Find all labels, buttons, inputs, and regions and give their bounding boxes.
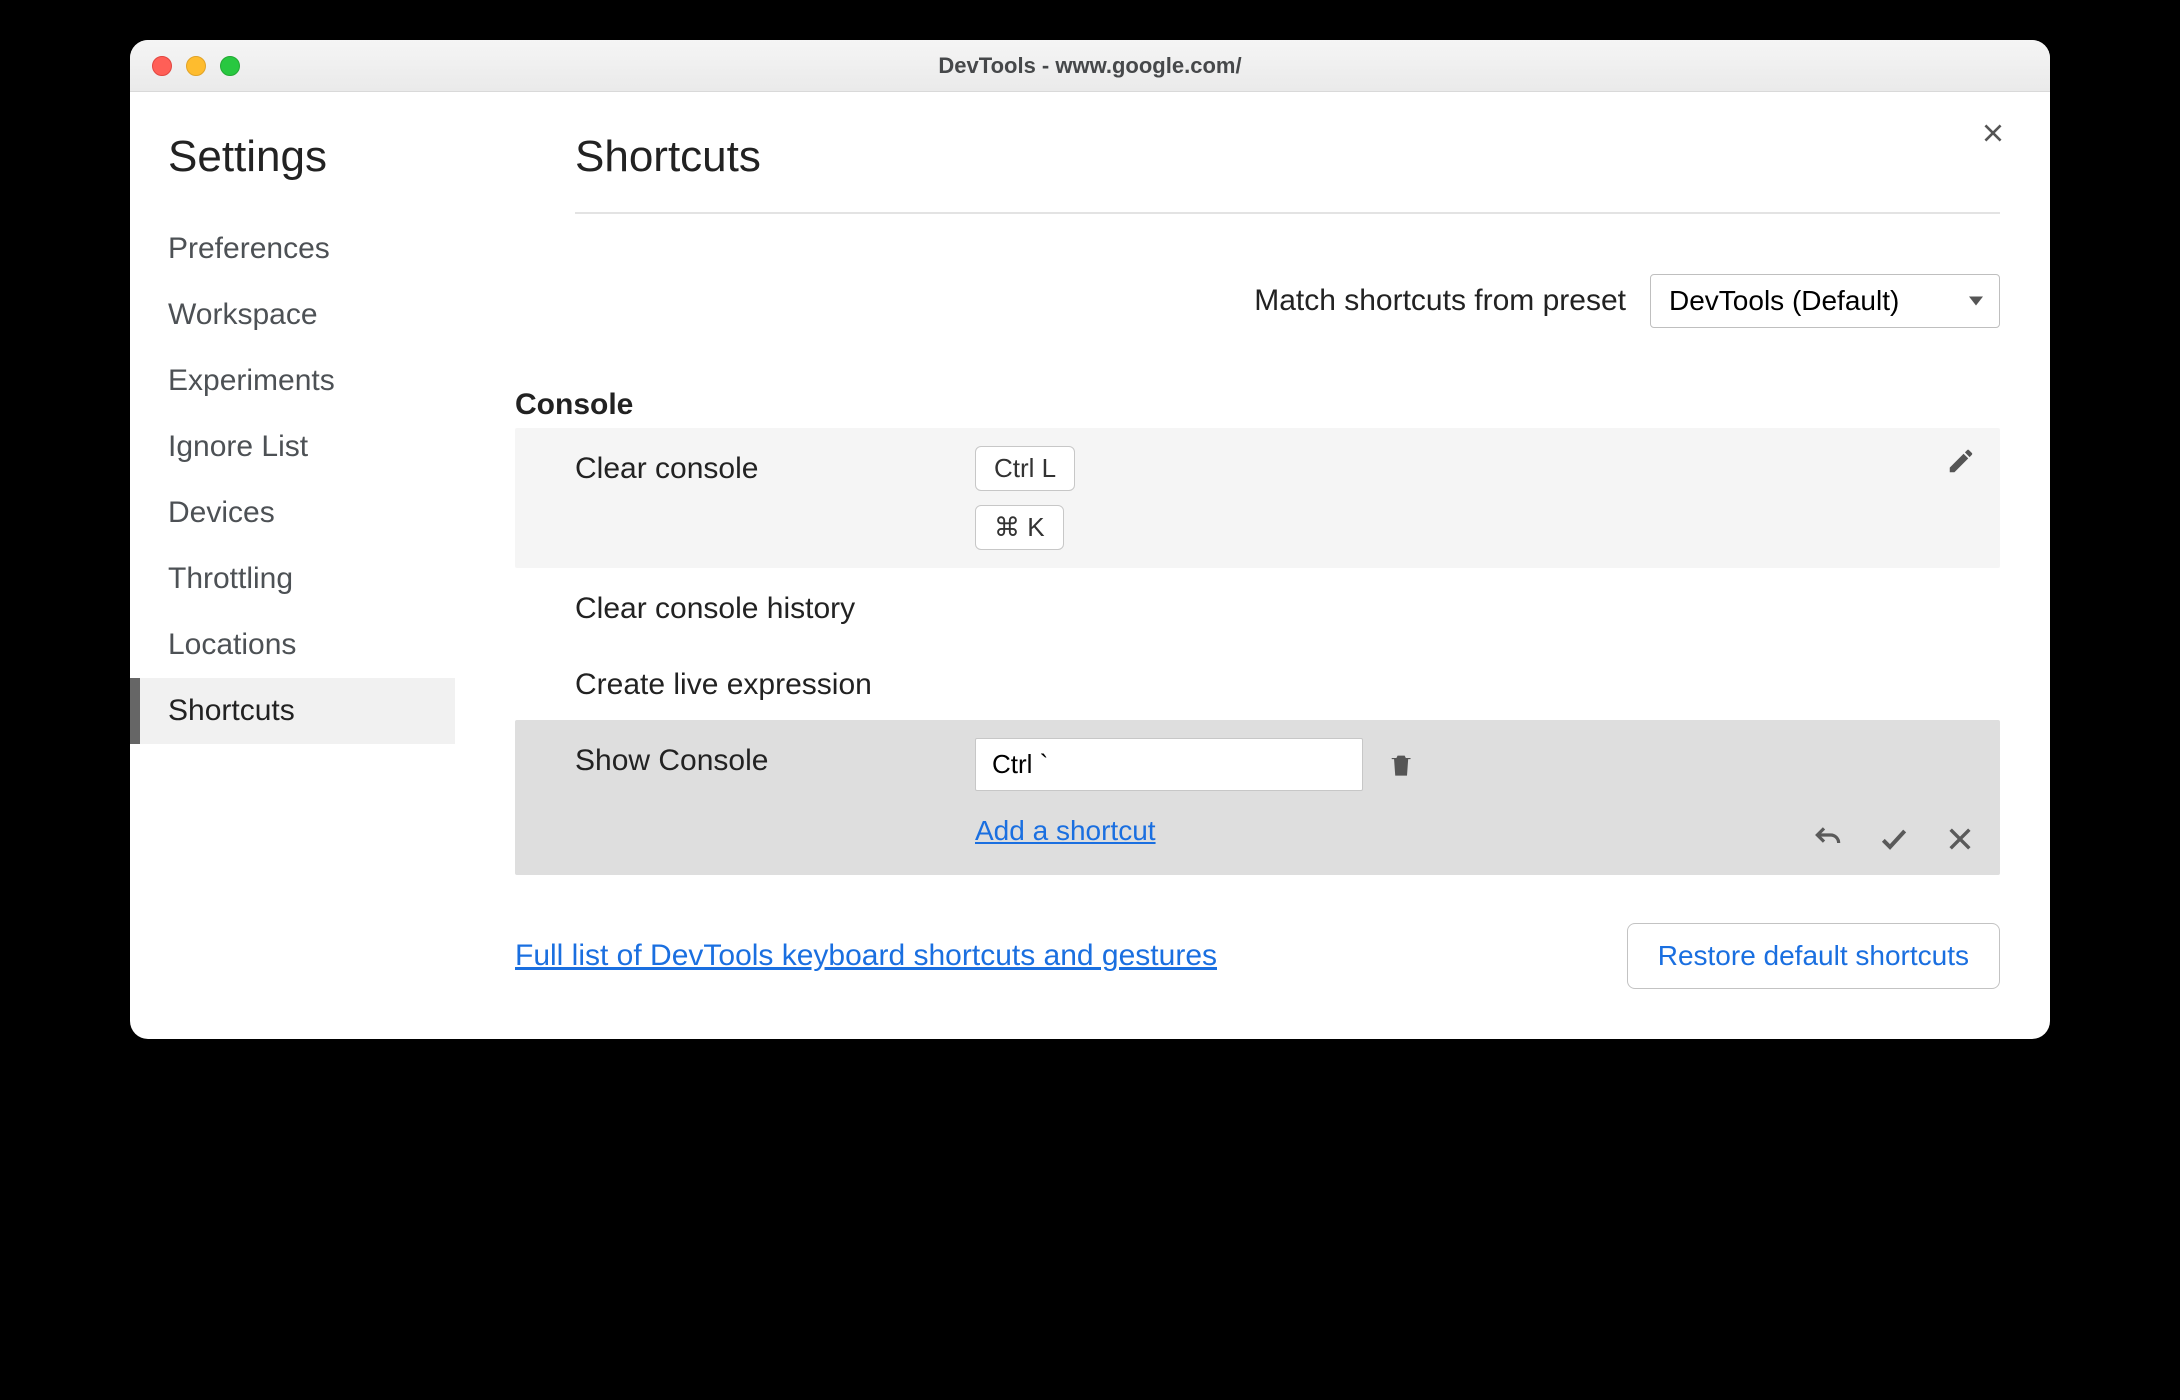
sidebar-item-workspace[interactable]: Workspace — [130, 282, 455, 348]
window-title: DevTools - www.google.com/ — [130, 53, 2050, 79]
undo-icon[interactable] — [1812, 823, 1844, 855]
row-name: Clear console — [515, 446, 975, 486]
app-window: DevTools - www.google.com/ Settings Pref… — [130, 40, 2050, 1039]
add-shortcut-link[interactable]: Add a shortcut — [975, 815, 1156, 847]
row-clear-console: Clear console Ctrl L ⌘ K — [515, 428, 2000, 568]
row-create-live-expression: Create live expression — [515, 644, 2000, 720]
trash-icon[interactable] — [1387, 750, 1415, 780]
window-close-button[interactable] — [152, 56, 172, 76]
row-show-console-editing: Show Console Add a shortcut — [515, 720, 2000, 875]
sidebar-item-devices[interactable]: Devices — [130, 480, 455, 546]
section-title-console: Console — [515, 388, 2000, 422]
sidebar-item-shortcuts[interactable]: Shortcuts — [130, 678, 455, 744]
row-keys-edit: Add a shortcut — [975, 738, 1415, 847]
pencil-icon[interactable] — [1946, 446, 1976, 476]
close-icon — [1980, 120, 2006, 146]
window-zoom-button[interactable] — [220, 56, 240, 76]
row-keys: Ctrl L ⌘ K — [975, 446, 1415, 550]
footer-row: Full list of DevTools keyboard shortcuts… — [515, 923, 2000, 989]
sidebar-item-locations[interactable]: Locations — [130, 612, 455, 678]
sidebar-item-throttling[interactable]: Throttling — [130, 546, 455, 612]
checkmark-icon[interactable] — [1878, 823, 1910, 855]
row-name: Show Console — [515, 738, 975, 778]
close-settings-button[interactable] — [1980, 120, 2006, 154]
page-title: Shortcuts — [575, 132, 2000, 214]
titlebar: DevTools - www.google.com/ — [130, 40, 2050, 92]
preset-select-value: DevTools (Default) — [1669, 285, 1899, 316]
content: Settings Preferences Workspace Experimen… — [130, 92, 2050, 1039]
preset-select[interactable]: DevTools (Default) — [1650, 274, 2000, 328]
key-chip: Ctrl L — [975, 446, 1075, 491]
edit-actions — [1812, 823, 1976, 855]
doc-link[interactable]: Full list of DevTools keyboard shortcuts… — [515, 939, 1217, 973]
window-minimize-button[interactable] — [186, 56, 206, 76]
key-chip: ⌘ K — [975, 505, 1064, 550]
preset-label: Match shortcuts from preset — [1254, 284, 1626, 318]
row-name: Clear console history — [515, 586, 975, 626]
sidebar: Settings Preferences Workspace Experimen… — [130, 92, 455, 1039]
restore-defaults-button[interactable]: Restore default shortcuts — [1627, 923, 2000, 989]
shortcut-input[interactable] — [975, 738, 1363, 791]
cancel-icon[interactable] — [1944, 823, 1976, 855]
traffic-lights — [130, 56, 240, 76]
row-clear-console-history: Clear console history — [515, 568, 2000, 644]
preset-row: Match shortcuts from preset DevTools (De… — [575, 274, 2000, 328]
row-name: Create live expression — [515, 662, 975, 702]
sidebar-item-preferences[interactable]: Preferences — [130, 216, 455, 282]
sidebar-item-experiments[interactable]: Experiments — [130, 348, 455, 414]
main-panel: Shortcuts Match shortcuts from preset De… — [455, 92, 2050, 1039]
sidebar-item-ignore-list[interactable]: Ignore List — [130, 414, 455, 480]
settings-heading: Settings — [130, 132, 455, 182]
